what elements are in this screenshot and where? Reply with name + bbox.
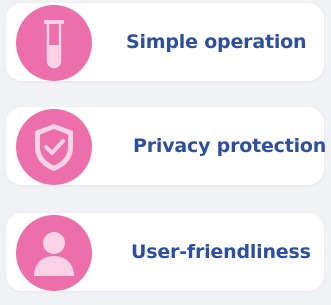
feature-card-user-friendliness: User-friendliness bbox=[6, 213, 324, 291]
feature-label-simple-operation: Simple operation bbox=[126, 31, 307, 53]
test-tube-icon bbox=[16, 5, 92, 81]
shield-check-icon bbox=[16, 109, 92, 185]
user-icon bbox=[16, 215, 92, 291]
feature-card-simple-operation: Simple operation bbox=[6, 3, 324, 81]
feature-label-privacy-protection: Privacy protection bbox=[133, 135, 327, 157]
feature-label-user-friendliness: User-friendliness bbox=[131, 241, 311, 263]
feature-card-privacy-protection: Privacy protection bbox=[6, 107, 327, 185]
